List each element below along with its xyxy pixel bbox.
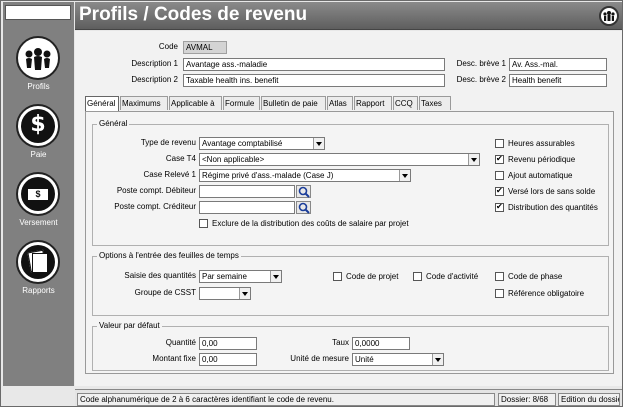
- debit-account-field[interactable]: [199, 185, 295, 198]
- credit-lookup-button[interactable]: [296, 201, 311, 214]
- quantity-field[interactable]: 0,00: [199, 337, 257, 350]
- short-desc-2-field[interactable]: Health benefit: [509, 74, 607, 87]
- tab-rapport[interactable]: Rapport: [354, 96, 392, 110]
- quantity-entry-label: Saisie des quantités: [124, 271, 196, 280]
- status-hint: Code alphanumérique de 2 à 6 caractères …: [77, 393, 495, 406]
- description-1-label: Description 1: [131, 59, 178, 68]
- sidebar-item-label: Paie: [30, 150, 47, 159]
- banknote-icon: $: [16, 172, 60, 216]
- project-code-checkbox[interactable]: Code de projet: [333, 272, 413, 282]
- status-mode: Edition du dossie: [558, 393, 620, 406]
- rate-label: Taux: [332, 338, 349, 347]
- description-1-field[interactable]: Avantage ass.-maladie: [183, 58, 445, 71]
- status-bar: Code alphanumérique de 2 à 6 caractères …: [75, 389, 622, 406]
- chevron-down-icon: [399, 170, 410, 181]
- description-2-label: Description 2: [131, 75, 178, 84]
- quantity-entry-select[interactable]: Par semaine: [199, 270, 282, 283]
- tab-applicable[interactable]: Applicable à: [169, 96, 222, 110]
- magnifier-icon: [298, 186, 310, 198]
- people-icon: [16, 36, 60, 80]
- t4-box-label: Case T4: [165, 154, 196, 163]
- tab-general[interactable]: Général: [85, 96, 119, 111]
- general-group: Général Type de revenu Avantage comptabi…: [92, 119, 609, 246]
- tab-ccq[interactable]: CCQ: [393, 96, 418, 110]
- general-group-title: Général: [97, 119, 130, 128]
- quantity-label: Quantité: [165, 338, 196, 347]
- fixed-amount-field[interactable]: 0,00: [199, 353, 257, 366]
- releve-1-select[interactable]: Régime privé d'ass.-malade (Case J): [199, 169, 411, 182]
- quantity-distribution-checkbox[interactable]: Distribution des quantités: [495, 202, 608, 213]
- code-label: Code: [158, 42, 178, 51]
- sidebar-item-label: Versement: [19, 218, 58, 227]
- income-type-label: Type de revenu: [140, 138, 196, 147]
- default-values-group: Valeur par défaut Quantité 0,00 Montant …: [92, 321, 609, 371]
- debit-account-label: Poste compt. Débiteur: [116, 186, 196, 195]
- csst-group-label: Groupe de CSST: [134, 288, 196, 297]
- sidebar-header-field: [5, 5, 71, 20]
- exclude-distribution-checkbox[interactable]: Exclure de la distribution des coûts de …: [199, 219, 419, 229]
- status-dossier: Dossier: 8/68: [498, 393, 556, 406]
- sidebar-item-profils[interactable]: Profils: [3, 32, 74, 97]
- periodic-income-checkbox[interactable]: Revenu périodique: [495, 154, 600, 165]
- debit-lookup-button[interactable]: [296, 185, 311, 198]
- csst-group-select[interactable]: [199, 287, 251, 300]
- reports-icon: [16, 240, 60, 284]
- short-desc-1-label: Desc. brève 1: [456, 59, 506, 68]
- sidebar-item-label: Profils: [27, 82, 50, 91]
- chevron-down-icon: [270, 271, 281, 282]
- title-bar: Profils / Codes de revenu: [75, 2, 622, 30]
- magnifier-icon: [298, 202, 310, 214]
- mandatory-reference-checkbox[interactable]: Référence obligatoire: [495, 289, 605, 299]
- timesheet-options-group: Options à l'entrée des feuilles de temps…: [92, 251, 609, 316]
- sidebar-item-rapports[interactable]: Rapports: [3, 236, 74, 301]
- short-desc-2-label: Desc. brève 2: [456, 75, 506, 84]
- releve-1-label: Case Relevé 1: [143, 170, 196, 179]
- sidebar: Profils $ Paie $ Versement Rapports: [3, 2, 74, 386]
- activity-code-checkbox[interactable]: Code d'activité: [413, 272, 493, 282]
- chevron-down-icon: [313, 138, 324, 149]
- credit-account-field[interactable]: [199, 201, 295, 214]
- tab-formule[interactable]: Formule: [223, 96, 260, 110]
- tab-maximums[interactable]: Maximums: [120, 96, 168, 110]
- tab-taxes[interactable]: Taxes: [419, 96, 451, 110]
- phase-code-checkbox[interactable]: Code de phase: [495, 272, 575, 282]
- dollar-icon: $: [16, 104, 60, 148]
- code-field[interactable]: AVMAL: [183, 41, 227, 54]
- main-content: Code AVMAL Description 1 Avantage ass.-m…: [75, 31, 622, 386]
- timesheet-group-title: Options à l'entrée des feuilles de temps: [97, 251, 241, 260]
- fixed-amount-label: Montant fixe: [152, 354, 196, 363]
- description-2-field[interactable]: Taxable health ins. benefit: [183, 74, 445, 87]
- unit-select[interactable]: Unité: [352, 353, 444, 366]
- income-type-select[interactable]: Avantage comptabilisé: [199, 137, 325, 150]
- window-title: Profils / Codes de revenu: [79, 4, 308, 25]
- rate-field[interactable]: 0,0000: [352, 337, 410, 350]
- app-logo-icon: [599, 6, 619, 26]
- unit-label: Unité de mesure: [290, 354, 349, 363]
- paid-unpaid-leave-checkbox[interactable]: Versé lors de sans solde: [495, 186, 605, 197]
- insurable-hours-checkbox[interactable]: Heures assurables: [495, 139, 600, 149]
- main-window: Profils $ Paie $ Versement Rapports Prof…: [0, 0, 623, 407]
- tab-atlas[interactable]: Atlas: [327, 96, 353, 110]
- defaults-group-title: Valeur par défaut: [97, 321, 162, 330]
- chevron-down-icon: [432, 354, 443, 365]
- tab-bulletin[interactable]: Bulletin de paie: [261, 96, 326, 110]
- sidebar-item-paie[interactable]: $ Paie: [3, 100, 74, 165]
- chevron-down-icon: [239, 288, 250, 299]
- short-desc-1-field[interactable]: Av. Ass.-mal.: [509, 58, 607, 71]
- t4-box-select[interactable]: <Non applicable>: [199, 153, 480, 166]
- sidebar-item-label: Rapports: [22, 286, 55, 295]
- auto-add-checkbox[interactable]: Ajout automatique: [495, 171, 600, 181]
- credit-account-label: Poste compt. Créditeur: [114, 202, 196, 211]
- sidebar-item-versement[interactable]: $ Versement: [3, 168, 74, 233]
- tab-panel-general: Général Type de revenu Avantage comptabi…: [85, 111, 614, 374]
- chevron-down-icon: [468, 154, 479, 165]
